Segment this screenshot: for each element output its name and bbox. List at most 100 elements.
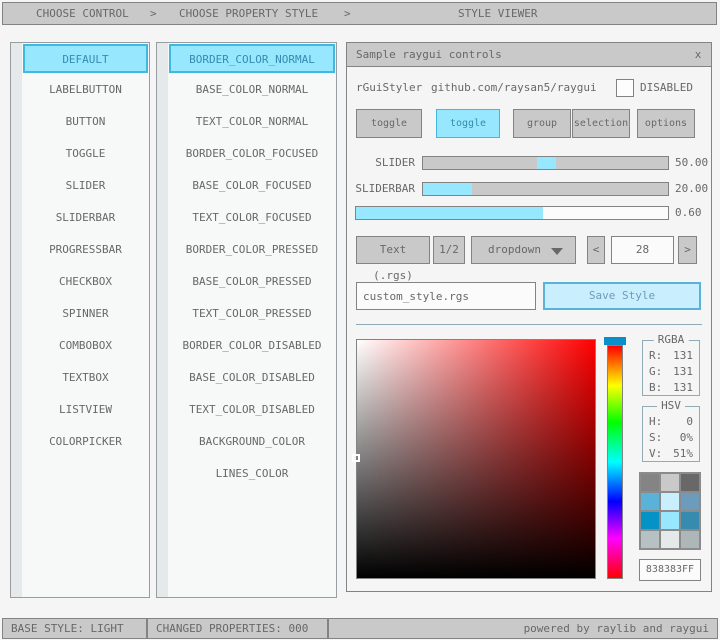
control-item-combobox[interactable]: COMBOBOX <box>23 332 148 361</box>
spinner-value-box[interactable]: 28 <box>611 236 674 264</box>
palette-swatch[interactable] <box>681 474 699 491</box>
rgba-group-box: RGBA R: 131 G: 131 B: 131 <box>642 340 700 396</box>
palette-swatch[interactable] <box>661 512 679 529</box>
property-item-text-color-disabled[interactable]: TEXT_COLOR_DISABLED <box>169 396 335 425</box>
sliderbar-value: 20.00 <box>675 182 708 196</box>
hsv-title: HSV <box>657 399 685 413</box>
h-value: 0 <box>686 414 693 430</box>
g-label: G: <box>649 364 662 380</box>
controls-list-scrollbar[interactable] <box>11 43 22 597</box>
disabled-checkbox[interactable] <box>616 79 634 97</box>
palette-swatch[interactable] <box>681 531 699 548</box>
control-item-default[interactable]: DEFAULT <box>23 44 148 73</box>
control-item-slider[interactable]: SLIDER <box>23 172 148 201</box>
hsv-row-s: S: 0% <box>643 430 699 446</box>
control-item-checkbox[interactable]: CHECKBOX <box>23 268 148 297</box>
toggle-group-group[interactable]: group <box>513 109 571 138</box>
control-item-button[interactable]: BUTTON <box>23 108 148 137</box>
v-value: 51% <box>673 446 693 462</box>
s-label: S: <box>649 430 662 446</box>
slider-label: SLIDER <box>347 156 415 170</box>
property-item-background-color[interactable]: BACKGROUND_COLOR <box>169 428 335 457</box>
window-titlebar[interactable]: Sample raygui controls x <box>347 43 711 67</box>
dropdown-select[interactable]: dropdown <box>471 236 576 264</box>
palette-swatch[interactable] <box>641 474 659 491</box>
disabled-checkbox-label: DISABLED <box>640 77 693 99</box>
palette-swatch[interactable] <box>641 493 659 510</box>
color-gradient-picker[interactable] <box>356 339 596 579</box>
g-value: 131 <box>673 364 693 380</box>
half-button[interactable]: 1/2 <box>433 236 465 264</box>
s-value: 0% <box>680 430 693 446</box>
control-item-textbox[interactable]: TEXTBOX <box>23 364 148 393</box>
hue-selector-handle[interactable] <box>604 337 626 345</box>
sliderbar-track[interactable] <box>422 182 669 196</box>
spinner-decrement-button[interactable]: < <box>587 236 605 264</box>
divider-line <box>356 324 702 325</box>
palette-swatch[interactable] <box>641 531 659 548</box>
slider-handle[interactable] <box>537 157 556 169</box>
window-title: Sample raygui controls <box>347 43 711 66</box>
property-item-border-color-focused[interactable]: BORDER_COLOR_FOCUSED <box>169 140 335 169</box>
controls-list-panel: DEFAULT LABELBUTTON BUTTON TOGGLE SLIDER… <box>10 42 150 598</box>
toggle-group-options[interactable]: options <box>637 109 695 138</box>
control-item-labelbutton[interactable]: LABELBUTTON <box>23 76 148 105</box>
r-value: 131 <box>673 348 693 364</box>
hex-color-value-box[interactable]: 838383FF <box>639 559 701 581</box>
control-item-sliderbar[interactable]: SLIDERBAR <box>23 204 148 233</box>
save-style-button[interactable]: Save Style <box>543 282 701 310</box>
rgba-title: RGBA <box>654 333 689 347</box>
control-item-progressbar[interactable]: PROGRESSBAR <box>23 236 148 265</box>
property-item-text-color-pressed[interactable]: TEXT_COLOR_PRESSED <box>169 300 335 329</box>
b-label: B: <box>649 380 662 396</box>
text-rgs-button[interactable]: Text (.rgs) <box>356 236 430 264</box>
properties-list-panel: BORDER_COLOR_NORMAL BASE_COLOR_NORMAL TE… <box>156 42 337 598</box>
property-item-base-color-pressed[interactable]: BASE_COLOR_PRESSED <box>169 268 335 297</box>
control-item-listview[interactable]: LISTVIEW <box>23 396 148 425</box>
palette-swatch[interactable] <box>681 493 699 510</box>
property-item-lines-color[interactable]: LINES_COLOR <box>169 460 335 489</box>
repo-link[interactable]: github.com/raysan5/raygui <box>431 77 597 99</box>
hsv-row-h: H: 0 <box>643 414 699 430</box>
spinner-increment-button[interactable]: > <box>678 236 697 264</box>
property-item-text-color-normal[interactable]: TEXT_COLOR_NORMAL <box>169 108 335 137</box>
property-item-base-color-normal[interactable]: BASE_COLOR_NORMAL <box>169 76 335 105</box>
palette-swatch[interactable] <box>661 493 679 510</box>
v-label: V: <box>649 446 662 462</box>
toggle-group-selection[interactable]: selection <box>572 109 630 138</box>
breadcrumb-choose-property-style: CHOOSE PROPERTY STYLE <box>179 3 318 24</box>
palette-swatch[interactable] <box>681 512 699 529</box>
style-filename-input[interactable] <box>356 282 536 310</box>
rguistyler-app: CHOOSE CONTROL > CHOOSE PROPERTY STYLE >… <box>0 0 720 640</box>
property-item-base-color-focused[interactable]: BASE_COLOR_FOCUSED <box>169 172 335 201</box>
palette-swatch[interactable] <box>661 531 679 548</box>
sliderbar-fill <box>423 183 472 195</box>
style-viewer-window: Sample raygui controls x rGuiStyler gith… <box>346 42 712 592</box>
chevron-down-icon <box>551 248 563 255</box>
control-item-colorpicker[interactable]: COLORPICKER <box>23 428 148 457</box>
control-item-toggle[interactable]: TOGGLE <box>23 140 148 169</box>
status-changed-properties: CHANGED PROPERTIES: 000 <box>147 618 328 639</box>
property-item-base-color-disabled[interactable]: BASE_COLOR_DISABLED <box>169 364 335 393</box>
close-icon[interactable]: x <box>689 43 707 66</box>
slider-value: 50.00 <box>675 156 708 170</box>
control-item-spinner[interactable]: SPINNER <box>23 300 148 329</box>
progress-value: 0.60 <box>675 206 702 220</box>
property-item-border-color-normal[interactable]: BORDER_COLOR_NORMAL <box>169 44 335 73</box>
palette-swatch[interactable] <box>641 512 659 529</box>
color-cursor[interactable] <box>352 454 360 462</box>
toggle-button-2-active[interactable]: toggle <box>436 109 500 138</box>
breadcrumb-style-viewer: STYLE VIEWER <box>458 3 537 24</box>
sliderbar-label: SLIDERBAR <box>347 182 415 196</box>
hue-bar[interactable] <box>607 345 623 579</box>
property-item-text-color-focused[interactable]: TEXT_COLOR_FOCUSED <box>169 204 335 233</box>
hsv-row-v: V: 51% <box>643 446 699 462</box>
palette-swatch[interactable] <box>661 474 679 491</box>
properties-list-scrollbar[interactable] <box>157 43 168 597</box>
dropdown-label: dropdown <box>488 243 541 256</box>
toggle-button-1[interactable]: toggle <box>356 109 422 138</box>
property-item-border-color-pressed[interactable]: BORDER_COLOR_PRESSED <box>169 236 335 265</box>
property-item-border-color-disabled[interactable]: BORDER_COLOR_DISABLED <box>169 332 335 361</box>
slider-track[interactable] <box>422 156 669 170</box>
progress-bar-fill <box>356 207 543 219</box>
